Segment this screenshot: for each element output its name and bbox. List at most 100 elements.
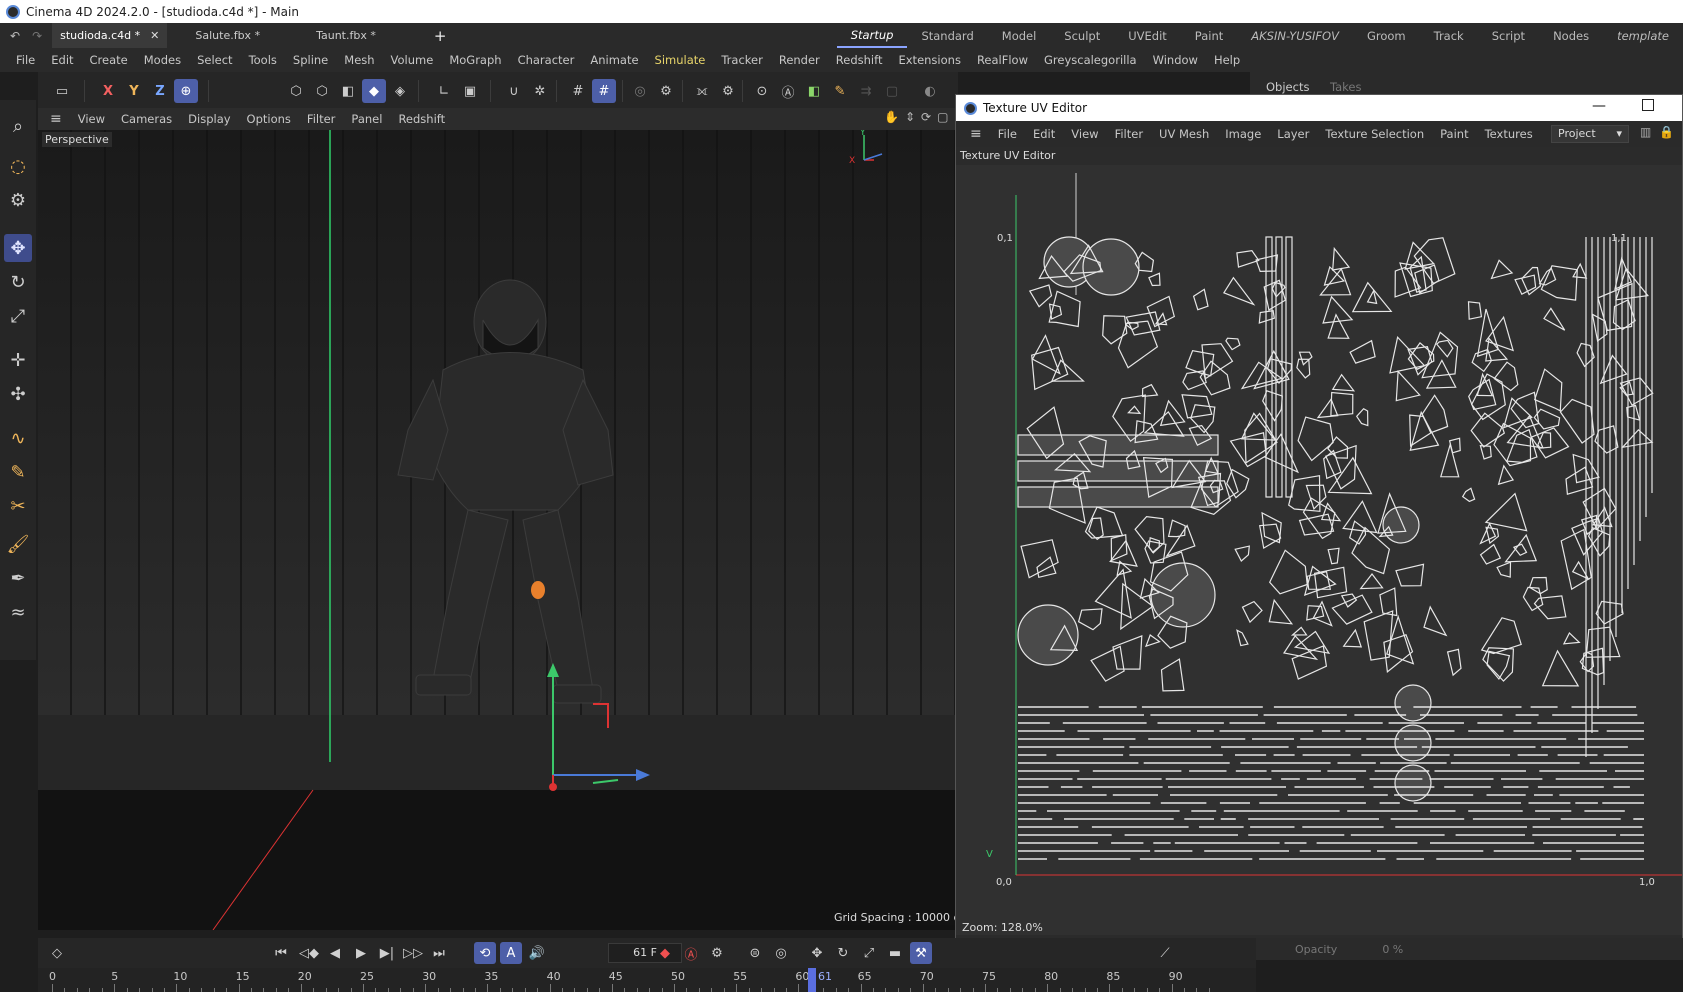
edges-mode-icon[interactable]: ⬡	[310, 79, 334, 103]
render-settings-icon[interactable]: ⚙	[654, 79, 678, 103]
3d-viewport[interactable]: Y X	[38, 130, 958, 930]
layout-tab-startup[interactable]: Startup	[836, 23, 908, 48]
viewport-menu-view[interactable]: View	[70, 112, 113, 126]
menu-redshift[interactable]: Redshift	[828, 53, 891, 67]
next-frame-icon[interactable]: ▶|	[376, 942, 398, 964]
select-tool-icon[interactable]: ⚙	[4, 186, 32, 214]
uv-menu-uv-mesh[interactable]: UV Mesh	[1151, 127, 1217, 141]
menu-character[interactable]: Character	[510, 53, 583, 67]
layout-tab-aksin-yusifov[interactable]: AKSIN-YUSIFOV	[1237, 23, 1353, 48]
y-axis-lock-button[interactable]: Y	[122, 79, 146, 103]
menu-help[interactable]: Help	[1206, 53, 1248, 67]
auto-key-icon[interactable]: Ⓐ	[680, 942, 702, 964]
uv-menu-view[interactable]: View	[1063, 127, 1106, 141]
doc-tab-studioda[interactable]: studioda.c4d * ✕	[52, 23, 168, 48]
uv-menu-edit[interactable]: Edit	[1025, 127, 1063, 141]
viewport-menu-redshift[interactable]: Redshift	[390, 112, 453, 126]
menu-render[interactable]: Render	[771, 53, 828, 67]
loop-icon[interactable]: ⟲	[474, 942, 496, 964]
menu-tools[interactable]: Tools	[241, 53, 285, 67]
spline-sketch-icon[interactable]: ✎	[4, 458, 32, 486]
next-key-icon[interactable]: ▷▷	[402, 942, 424, 964]
menu-mesh[interactable]: Mesh	[336, 53, 382, 67]
axis-mode-icon[interactable]: ∟	[432, 79, 456, 103]
menu-modes[interactable]: Modes	[136, 53, 189, 67]
dolly-icon[interactable]: ⇕	[905, 110, 915, 124]
snap-settings-icon[interactable]: ✲	[528, 79, 552, 103]
redshift-render-view-icon[interactable]: ⊙	[750, 79, 774, 103]
menu-window[interactable]: Window	[1145, 53, 1206, 67]
layout-tab-groom[interactable]: Groom	[1353, 23, 1420, 48]
redo-icon[interactable]: ↷	[30, 23, 52, 48]
cube-primitive-icon[interactable]: ◧	[802, 79, 826, 103]
doc-tab-taunt[interactable]: Taunt.fbx *	[308, 23, 384, 48]
lock-icon[interactable]: 🔒	[1659, 125, 1674, 139]
goto-start-icon[interactable]: ⏮	[270, 942, 292, 964]
x-axis-lock-button[interactable]: X	[96, 79, 120, 103]
z-axis-lock-button[interactable]: Z	[148, 79, 172, 103]
rotate-tool-icon[interactable]: ↻	[4, 268, 32, 296]
keyframe-selection-icon[interactable]: ⊜	[744, 942, 766, 964]
search-icon[interactable]: ⌕	[4, 112, 32, 140]
live-selection-icon[interactable]: ◌	[4, 152, 32, 180]
layout-tab-script[interactable]: Script	[1478, 23, 1539, 48]
model-mode-icon[interactable]: ◆	[362, 79, 386, 103]
close-icon[interactable]: ✕	[150, 29, 159, 42]
layout-tab-track[interactable]: Track	[1420, 23, 1478, 48]
hamburger-icon[interactable]: ≡	[42, 111, 70, 127]
menu-simulate[interactable]: Simulate	[647, 53, 714, 67]
scale-key-icon[interactable]: ⤢	[858, 942, 880, 964]
sound-icon[interactable]: 🔊	[526, 942, 548, 964]
viewport-menu-cameras[interactable]: Cameras	[113, 112, 180, 126]
param-key-icon[interactable]: ▬	[884, 942, 906, 964]
layout-tab-paint[interactable]: Paint	[1181, 23, 1237, 48]
pen-tool-icon[interactable]: ✒	[4, 564, 32, 592]
uv-menu-textures[interactable]: Textures	[1477, 127, 1541, 141]
menu-spline[interactable]: Spline	[285, 53, 336, 67]
points-mode-icon[interactable]: ⬡	[284, 79, 308, 103]
uv-menu-filter[interactable]: Filter	[1107, 127, 1151, 141]
position-key-icon[interactable]: ✥	[806, 942, 828, 964]
light-icon[interactable]: ✎	[828, 79, 852, 103]
menu-volume[interactable]: Volume	[383, 53, 442, 67]
snap-enable-icon[interactable]: ∪	[502, 79, 526, 103]
timeline-mode-icon[interactable]: A	[500, 942, 522, 964]
spline-smooth-icon[interactable]: ≈	[4, 598, 32, 626]
menu-animate[interactable]: Animate	[582, 53, 646, 67]
undo-icon[interactable]: ↶	[0, 23, 30, 48]
knife-tool-icon[interactable]: ✂	[4, 492, 32, 520]
fcurve-icon[interactable]: ⟋	[1154, 942, 1176, 964]
workplane-grid-icon[interactable]: #	[592, 79, 616, 103]
objects-tab[interactable]: Objects	[1266, 80, 1309, 94]
object-tool-icon[interactable]: ◐	[918, 79, 942, 103]
uv-menu-image[interactable]: Image	[1217, 127, 1269, 141]
uv-canvas[interactable]: 0,1 1,1 0,0 1,0 V	[956, 165, 1682, 935]
brush-icon[interactable]: 🖌	[4, 530, 32, 558]
viewport-menu-options[interactable]: Options	[239, 112, 299, 126]
place-tool-icon[interactable]: ✣	[4, 380, 32, 408]
prev-frame-icon[interactable]: ◀	[324, 942, 346, 964]
maximize-view-icon[interactable]: ▢	[937, 110, 948, 124]
layout-tab-uvedit[interactable]: UVEdit	[1114, 23, 1181, 48]
layout-tab-template[interactable]: template	[1603, 23, 1683, 48]
layout-tab-model[interactable]: Model	[988, 23, 1051, 48]
uv-menu-texture-selection[interactable]: Texture Selection	[1317, 127, 1432, 141]
record-icon[interactable]: ◆	[654, 942, 676, 964]
histogram-icon[interactable]: ▥	[1640, 125, 1651, 139]
transfer-tool-icon[interactable]: ✛	[4, 346, 32, 374]
add-tab-button[interactable]: +	[424, 23, 457, 48]
uv-menu-layer[interactable]: Layer	[1269, 127, 1317, 141]
prev-key-icon[interactable]: ◁◆	[298, 942, 320, 964]
symmetry-settings-icon[interactable]: ⚙	[716, 79, 740, 103]
menu-file[interactable]: File	[8, 53, 43, 67]
menu-tracker[interactable]: Tracker	[713, 53, 771, 67]
menu-extensions[interactable]: Extensions	[890, 53, 968, 67]
layout-tab-sculpt[interactable]: Sculpt	[1050, 23, 1114, 48]
spline-pen-icon[interactable]: ∿	[4, 424, 32, 452]
menu-create[interactable]: Create	[82, 53, 136, 67]
pla-key-icon[interactable]: ⚒	[910, 942, 932, 964]
viewport-menu-panel[interactable]: Panel	[343, 112, 390, 126]
hamburger-icon[interactable]: ≡	[962, 126, 990, 142]
menu-mograph[interactable]: MoGraph	[441, 53, 509, 67]
uv-mode-icon[interactable]: ◈	[388, 79, 412, 103]
